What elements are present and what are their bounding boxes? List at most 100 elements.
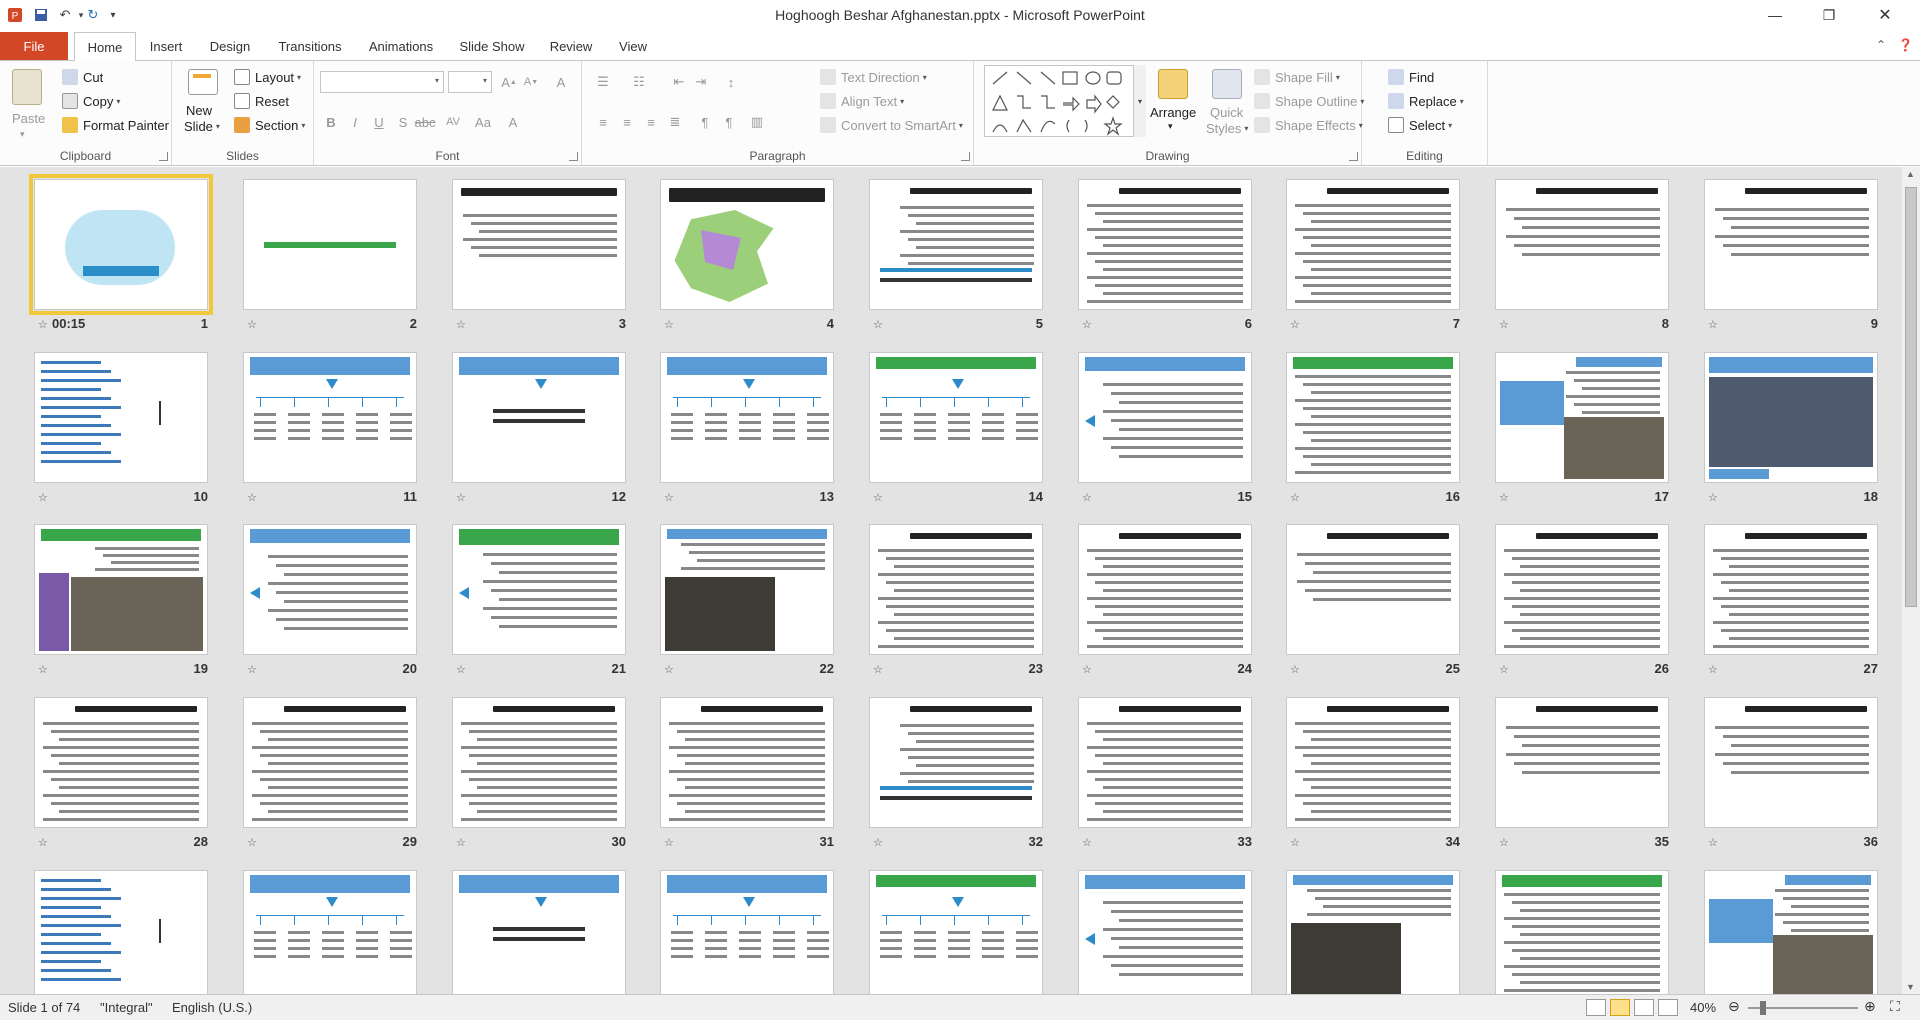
slide-thumbnail[interactable] — [1286, 179, 1460, 310]
shape-fill-button[interactable]: Shape Fill ▾ — [1254, 69, 1340, 85]
new-slide-icon[interactable] — [188, 69, 218, 95]
slide-thumbnail[interactable] — [452, 697, 626, 828]
transition-star-icon[interactable]: ☆ — [1499, 319, 1512, 331]
tab-animations[interactable]: Animations — [362, 32, 440, 60]
zoom-out-icon[interactable]: ⊖ — [1728, 998, 1740, 1015]
new-slide-button-line2[interactable]: Slide ▾ — [184, 119, 220, 134]
language-indicator[interactable]: English (U.S.) — [172, 1000, 252, 1015]
tab-transitions[interactable]: Transitions — [270, 32, 350, 60]
layout-button[interactable]: Layout ▾ — [234, 69, 301, 85]
paste-dropdown-icon[interactable]: ▾ — [20, 129, 25, 140]
shape-outline-button[interactable]: Shape Outline ▾ — [1254, 93, 1364, 109]
slide-thumbnail[interactable] — [1495, 352, 1669, 483]
transition-star-icon[interactable]: ☆ — [1499, 492, 1512, 504]
section-button[interactable]: Section ▾ — [234, 117, 305, 133]
slide-thumbnail[interactable] — [1704, 870, 1878, 994]
copy-button[interactable]: Copy ▾ — [62, 93, 120, 109]
transition-star-icon[interactable]: ☆ — [456, 837, 469, 849]
underline-icon[interactable]: U — [368, 111, 390, 133]
replace-button[interactable]: Replace ▾ — [1388, 93, 1464, 109]
slide-thumbnail[interactable] — [1286, 524, 1460, 655]
transition-star-icon[interactable]: ☆ — [664, 664, 677, 676]
scroll-down-icon[interactable]: ▼ — [1906, 982, 1915, 992]
zoom-in-icon[interactable]: ⊕ — [1864, 998, 1876, 1015]
tab-home[interactable]: Home — [74, 32, 136, 61]
transition-star-icon[interactable]: ☆ — [1290, 492, 1303, 504]
vertical-scrollbar[interactable]: ▲ ▼ — [1902, 167, 1920, 994]
tab-file[interactable]: File — [0, 32, 68, 60]
slide-show-view-icon[interactable] — [1658, 999, 1678, 1016]
clear-formatting-icon[interactable]: A — [550, 71, 572, 93]
slide-thumbnail[interactable] — [34, 870, 208, 994]
transition-star-icon[interactable]: ☆ — [247, 319, 260, 331]
format-painter-button[interactable]: Format Painter — [62, 117, 169, 133]
normal-view-icon[interactable] — [1586, 999, 1606, 1016]
zoom-level[interactable]: 40% — [1690, 1000, 1716, 1015]
change-case-icon[interactable]: Aa — [472, 111, 494, 133]
slide-thumbnail[interactable] — [1704, 697, 1878, 828]
slide-thumbnail[interactable] — [1495, 870, 1669, 994]
select-button[interactable]: Select ▾ — [1388, 117, 1452, 133]
slide-thumbnail[interactable] — [243, 697, 417, 828]
slide-thumbnail[interactable] — [1286, 697, 1460, 828]
align-right-icon[interactable]: ≡ — [640, 111, 662, 133]
transition-star-icon[interactable]: ☆ — [456, 664, 469, 676]
slide-thumbnail[interactable] — [29, 174, 213, 315]
slide-thumbnail[interactable] — [243, 524, 417, 655]
tab-slide-show[interactable]: Slide Show — [454, 32, 530, 60]
restore-icon[interactable]: ❐ — [1806, 0, 1852, 30]
slide-thumbnail[interactable] — [1495, 697, 1669, 828]
slide-thumbnail[interactable] — [1078, 352, 1252, 483]
find-button[interactable]: Find — [1388, 69, 1434, 85]
columns-icon[interactable]: ▥ — [746, 111, 768, 133]
shrink-font-icon[interactable]: A ▼ — [520, 71, 542, 93]
quick-styles-button-line2[interactable]: Styles ▾ — [1206, 121, 1248, 136]
slide-thumbnail[interactable] — [869, 870, 1043, 994]
arrange-button[interactable]: Arrange — [1150, 105, 1196, 120]
slide-thumbnail[interactable] — [452, 524, 626, 655]
transition-star-icon[interactable]: ☆ — [664, 319, 677, 331]
slide-thumbnail[interactable] — [1078, 524, 1252, 655]
slide-thumbnail[interactable] — [1286, 352, 1460, 483]
slide-thumbnail[interactable] — [243, 352, 417, 483]
align-text-button[interactable]: Align Text ▾ — [820, 93, 904, 109]
shape-effects-button[interactable]: Shape Effects ▾ — [1254, 117, 1363, 133]
theme-name[interactable]: "Integral" — [100, 1000, 153, 1015]
slide-thumbnail[interactable] — [869, 524, 1043, 655]
shadow-icon[interactable]: S — [392, 111, 414, 133]
transition-star-icon[interactable]: ☆ — [873, 319, 886, 331]
slide-thumbnail[interactable] — [34, 524, 208, 655]
slide-thumbnail[interactable] — [452, 352, 626, 483]
transition-star-icon[interactable]: ☆ — [1290, 837, 1303, 849]
shapes-gallery[interactable] — [984, 65, 1134, 137]
scrollbar-thumb[interactable] — [1905, 187, 1917, 607]
slide-thumbnail[interactable] — [1078, 697, 1252, 828]
slide-thumbnail[interactable] — [243, 870, 417, 994]
transition-star-icon[interactable]: ☆ — [1082, 837, 1095, 849]
align-left-icon[interactable]: ≡ — [592, 111, 614, 133]
paragraph-launcher-icon[interactable] — [961, 152, 970, 161]
font-color-icon[interactable]: A — [502, 111, 524, 133]
transition-star-icon[interactable]: ☆ — [38, 492, 51, 504]
help-icon[interactable]: ❓ — [1898, 38, 1913, 52]
bullets-icon[interactable]: ☰ — [592, 71, 614, 93]
tab-insert[interactable]: Insert — [142, 32, 190, 60]
transition-star-icon[interactable]: ☆ — [247, 492, 260, 504]
slide-thumbnail[interactable] — [660, 352, 834, 483]
transition-star-icon[interactable]: ☆ — [873, 837, 886, 849]
slide-thumbnail[interactable] — [1495, 179, 1669, 310]
slide-thumbnail[interactable] — [1704, 352, 1878, 483]
justify-icon[interactable]: ≣ — [664, 111, 686, 133]
quick-styles-button-line1[interactable]: Quick — [1210, 105, 1243, 120]
shapes-more-icon[interactable]: ▾ — [1134, 65, 1146, 137]
minimize-icon[interactable]: — — [1752, 0, 1798, 30]
clipboard-launcher-icon[interactable] — [159, 152, 168, 161]
slide-thumbnail[interactable] — [660, 524, 834, 655]
transition-star-icon[interactable]: ☆ — [873, 664, 886, 676]
transition-star-icon[interactable]: ☆ — [38, 837, 51, 849]
slide-thumbnail[interactable] — [660, 697, 834, 828]
quick-styles-icon[interactable] — [1212, 69, 1242, 99]
font-size-combo[interactable]: ▾ — [448, 71, 492, 93]
close-icon[interactable]: ✕ — [1862, 0, 1908, 30]
convert-smartart-button[interactable]: Convert to SmartArt ▾ — [820, 117, 963, 133]
